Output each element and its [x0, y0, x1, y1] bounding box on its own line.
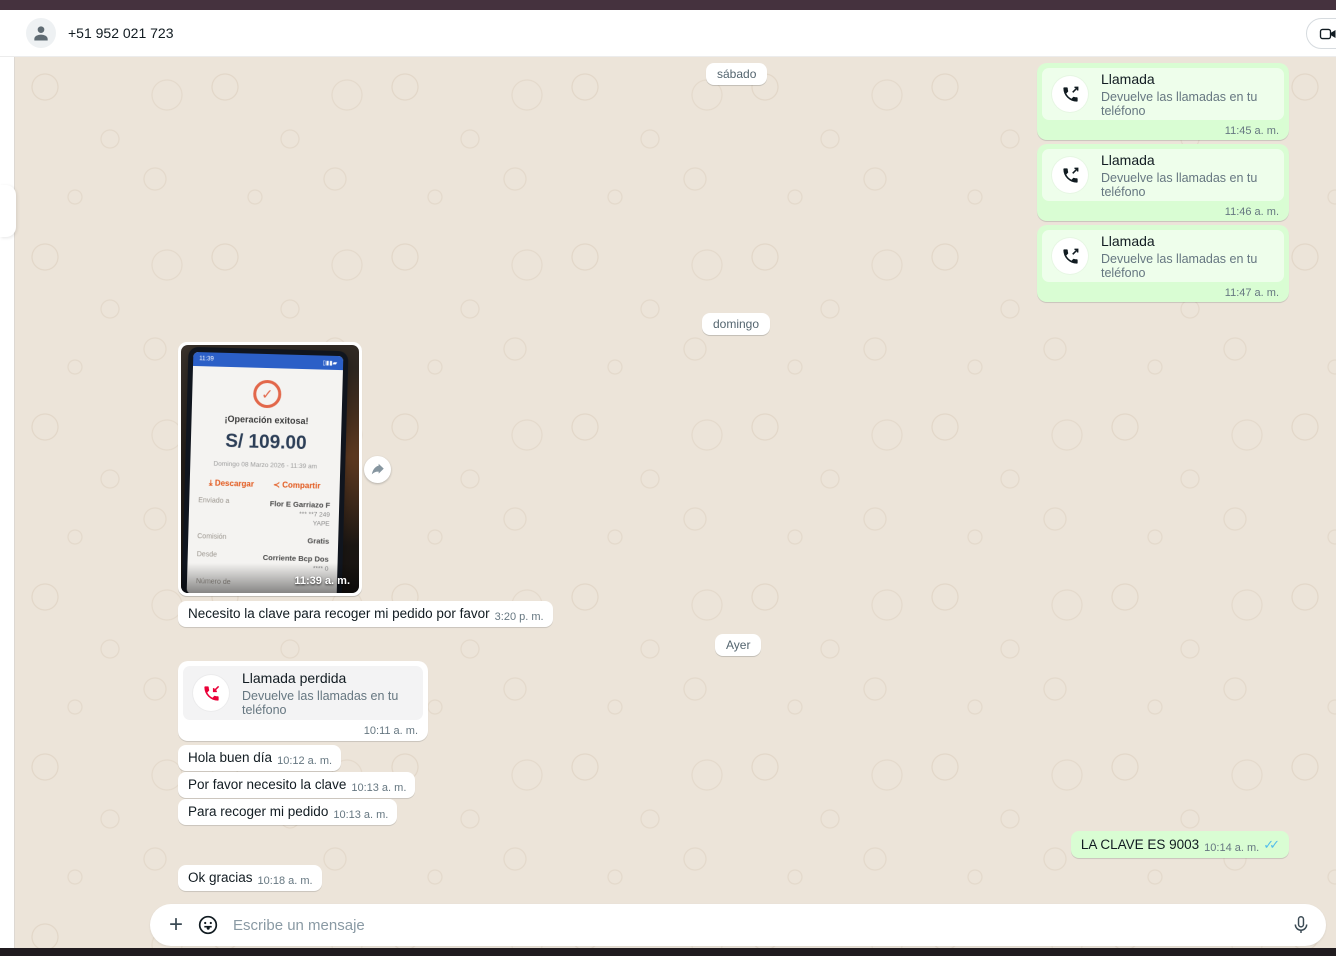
sidebar-drawer-handle[interactable] [0, 185, 16, 237]
message-time: 11:47 a. m. [1042, 282, 1284, 299]
call-texts: Llamada perdida Devuelve las llamadas en… [242, 670, 413, 717]
message-bubble[interactable]: Necesito la clave para recoger mi pedido… [178, 601, 553, 627]
fee-value: Gratis [307, 536, 329, 546]
message-input[interactable] [233, 917, 1290, 934]
call-texts: Llamada Devuelve las llamadas en tu telé… [1101, 233, 1274, 280]
call-card[interactable]: Llamada Devuelve las llamadas en tu telé… [1042, 230, 1284, 282]
message-time: 10:14 a. m. [1204, 842, 1259, 854]
message-text: Hola buen día [188, 750, 272, 765]
window-titlebar [0, 0, 1336, 10]
microphone-icon [1290, 914, 1312, 936]
microphone-button[interactable] [1290, 914, 1312, 936]
outgoing-call-icon [1052, 157, 1088, 193]
call-title: Llamada [1101, 233, 1274, 249]
share-action: ≺ Compartir [273, 480, 320, 491]
message-time: 11:46 a. m. [1042, 201, 1284, 218]
date-chip-yesterday: Ayer [715, 634, 761, 656]
contact-name[interactable]: +51 952 021 723 [68, 25, 174, 41]
outgoing-call-icon [1052, 76, 1088, 112]
message-bubble-outgoing[interactable]: LA CLAVE ES 9003 10:14 a. m. ✓✓ [1071, 831, 1289, 858]
read-receipt-icon: ✓✓ [1263, 837, 1280, 853]
receipt-date: Domingo 08 Marzo 2026 - 11:39 am [190, 460, 340, 471]
message-text: Por favor necesito la clave [188, 777, 346, 792]
image-message[interactable]: 11:39 ▯▮▮▰ ✓ ¡Operación exitosa! S/ 109.… [178, 342, 362, 596]
success-check-icon: ✓ [253, 380, 282, 409]
window-bottom-edge [0, 948, 1336, 956]
call-message-outgoing[interactable]: Llamada Devuelve las llamadas en tu telé… [1037, 63, 1289, 140]
call-card[interactable]: Llamada Devuelve las llamadas en tu telé… [1042, 149, 1284, 201]
sticker-face-icon [196, 913, 220, 937]
chat-wallpaper: sábado Llamada Devuelve las llamadas en … [15, 57, 1336, 948]
message-text: Ok gracias [188, 870, 253, 885]
missed-call-icon [193, 675, 229, 711]
date-chip-sunday: domingo [702, 313, 770, 335]
receipt-statusbar: 11:39 ▯▮▮▰ [193, 352, 343, 370]
forward-icon [370, 462, 386, 478]
photo: 11:39 ▯▮▮▰ ✓ ¡Operación exitosa! S/ 109.… [181, 345, 359, 593]
outgoing-call-icon [1052, 238, 1088, 274]
message-time: 11:45 a. m. [1042, 120, 1284, 137]
person-icon [31, 23, 51, 43]
receipt-status-time: 11:39 [199, 356, 214, 362]
message-time: 3:20 p. m. [495, 611, 544, 623]
message-time: 10:11 a. m. [183, 720, 423, 737]
message-bubble[interactable]: Para recoger mi pedido 10:13 a. m. [178, 799, 397, 825]
video-camera-icon [1318, 24, 1336, 44]
message-time: 10:18 a. m. [258, 875, 313, 887]
message-bubble[interactable]: Hola buen día 10:12 a. m. [178, 745, 341, 771]
message-bubble[interactable]: Por favor necesito la clave 10:13 a. m. [178, 772, 415, 798]
message-time: 11:39 a. m. [294, 575, 350, 587]
call-subtitle: Devuelve las llamadas en tu teléfono [1101, 90, 1274, 118]
receipt-status-icons: ▯▮▮▰ [323, 359, 338, 366]
attach-button[interactable]: + [169, 913, 183, 937]
receipt-actions: ⤓ Descargar ≺ Compartir [190, 478, 340, 492]
receipt-title: ¡Operación exitosa! [191, 413, 341, 427]
missed-call-message[interactable]: Llamada perdida Devuelve las llamadas en… [178, 661, 428, 741]
call-texts: Llamada Devuelve las llamadas en tu telé… [1101, 71, 1274, 118]
call-message-outgoing[interactable]: Llamada Devuelve las llamadas en tu telé… [1037, 144, 1289, 221]
call-card[interactable]: Llamada perdida Devuelve las llamadas en… [183, 666, 423, 720]
message-time: 10:12 a. m. [277, 755, 332, 767]
call-title: Llamada [1101, 71, 1274, 87]
date-chip-saturday: sábado [706, 63, 767, 85]
call-message-outgoing[interactable]: Llamada Devuelve las llamadas en tu telé… [1037, 225, 1289, 302]
forward-button[interactable] [364, 456, 391, 483]
collapsed-sidebar [0, 10, 15, 948]
call-card[interactable]: Llamada Devuelve las llamadas en tu telé… [1042, 68, 1284, 120]
message-composer[interactable]: + [150, 904, 1326, 946]
call-texts: Llamada Devuelve las llamadas en tu telé… [1101, 152, 1274, 199]
message-time: 10:13 a. m. [333, 809, 388, 821]
call-title: Llamada perdida [242, 670, 413, 686]
call-subtitle: Devuelve las llamadas en tu teléfono [1101, 171, 1274, 199]
message-text: Necesito la clave para recoger mi pedido… [188, 606, 490, 621]
call-subtitle: Devuelve las llamadas en tu teléfono [242, 689, 413, 717]
message-bubble[interactable]: Ok gracias 10:18 a. m. [178, 865, 322, 891]
sent-to-label: Enviado a [198, 497, 230, 525]
message-text: Para recoger mi pedido [188, 804, 328, 819]
avatar[interactable] [26, 18, 56, 48]
receipt-screen: 11:39 ▯▮▮▰ ✓ ¡Operación exitosa! S/ 109.… [187, 352, 344, 593]
call-title: Llamada [1101, 152, 1274, 168]
fee-label: Comisión [197, 533, 226, 543]
download-action: ⤓ Descargar [209, 478, 254, 489]
call-subtitle: Devuelve las llamadas en tu teléfono [1101, 252, 1274, 280]
video-call-button[interactable] [1306, 18, 1336, 49]
message-time: 10:13 a. m. [351, 782, 406, 794]
receipt-amount: S/ 109.00 [191, 430, 342, 456]
message-text: LA CLAVE ES 9003 [1081, 837, 1199, 852]
chat-header: +51 952 021 723 [0, 10, 1336, 57]
emoji-sticker-button[interactable] [196, 913, 220, 937]
recipient: Flor E Garriazo F *** **7 249 YAPE [269, 499, 330, 528]
